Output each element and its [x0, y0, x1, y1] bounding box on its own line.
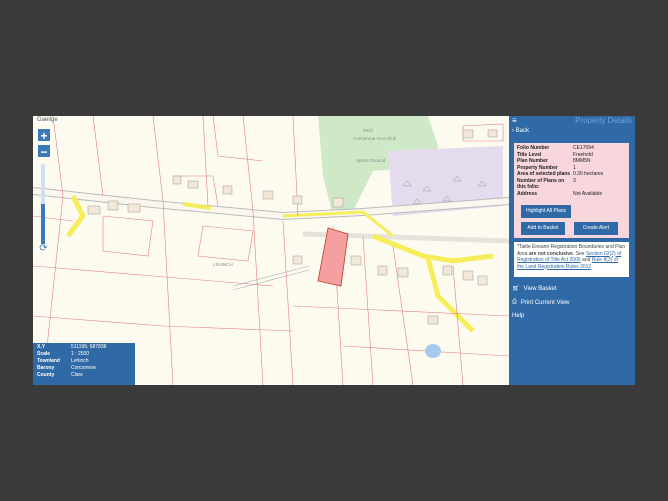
print-view-link[interactable]: ⎙ Print Current View	[512, 299, 569, 306]
add-to-basket-button[interactable]: Add to Basket	[521, 222, 565, 235]
chevron-left-icon: ›	[512, 128, 514, 134]
panel-title: Property Details	[575, 116, 632, 125]
back-link[interactable]: › Back	[512, 128, 529, 134]
info-row: X,Y 511199, 687838	[37, 344, 107, 350]
zoom-in-button[interactable]: +	[37, 128, 51, 143]
info-row: Townland Lehinch	[37, 358, 89, 364]
club-sub-label: Sports Ground	[356, 158, 386, 163]
map-canvas[interactable]: LEHINCH Pitch Corcomroe GAA Club Sports …	[33, 116, 509, 385]
reset-view-icon[interactable]: ⟳	[38, 243, 49, 254]
info-row: County Clare	[37, 372, 83, 378]
detail-row: Number of Plans on this folio: 3	[517, 177, 576, 191]
app-window: LEHINCH Pitch Corcomroe GAA Club Sports …	[33, 116, 635, 385]
panel-header: ≡ Property Details	[509, 116, 635, 125]
language-link[interactable]: Gaeilge	[35, 117, 60, 123]
club-label: Corcomroe GAA Club	[353, 136, 397, 141]
yellow-road-left	[66, 194, 86, 238]
create-alert-button[interactable]: Create Alert	[574, 222, 618, 235]
view-basket-link[interactable]: 🛒︎ View Basket	[512, 285, 557, 293]
help-link[interactable]: Help	[512, 313, 524, 319]
property-panel: ≡ Property Details › Back Folio Number CE…	[509, 116, 635, 385]
info-row: Scale 1 : 2500	[37, 351, 90, 357]
property-details-box: Folio Number CE17094 Title Level Freehold …	[514, 143, 629, 238]
info-row: Barony Corcomroe	[37, 365, 96, 371]
back-label: Back	[515, 128, 530, 134]
detail-row: Address Not Available	[517, 190, 603, 197]
print-icon: ⎙	[512, 299, 517, 305]
location-info-box: X,Y 511199, 687838 Scale 1 : 2500 Townland…	[33, 343, 135, 385]
zoom-out-button[interactable]: −	[37, 144, 51, 159]
legal-notice: *Tailte Éireann Registration Boundaries …	[514, 242, 629, 277]
townland-label: LEHINCH	[213, 262, 233, 267]
menu-icon[interactable]: ≡	[512, 116, 517, 125]
place-label-top: Pitch	[363, 128, 374, 133]
basket-icon: 🛒︎	[512, 286, 520, 292]
pond	[425, 344, 441, 358]
zoom-slider-fill	[41, 204, 45, 244]
highlight-all-plans-button[interactable]: Highlight All Plans	[521, 205, 571, 218]
